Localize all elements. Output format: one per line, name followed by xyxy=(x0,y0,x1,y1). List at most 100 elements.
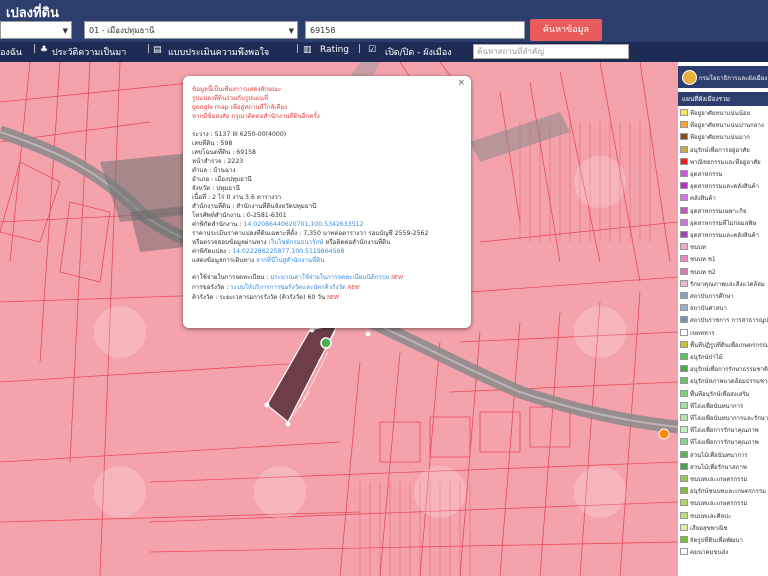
treasury-website-link[interactable]: เว็บไซต์กรมธนารักษ์ xyxy=(269,239,324,246)
legend-swatch xyxy=(680,499,688,507)
legend-item: ที่โล่งเพื่อการรักษาคุณภาพ xyxy=(680,426,768,435)
divider: | xyxy=(147,44,151,54)
route-label: แสดงข้อมูลการเดินทาง xyxy=(192,257,255,264)
legend-swatch xyxy=(680,426,688,434)
legend-item: อนุรักษ์ป่าไม้ xyxy=(680,353,768,362)
legend-swatch xyxy=(680,279,688,287)
divider: | xyxy=(358,44,362,54)
legend-item: ชนบท ช2 xyxy=(680,267,768,277)
legend-item: อุตสาหกรรม xyxy=(680,170,768,179)
chart-icon: ▥ xyxy=(303,45,312,55)
legend-swatch xyxy=(680,109,688,116)
legend-swatch xyxy=(680,365,688,373)
legend-swatch xyxy=(680,267,688,275)
popup-note-4: หากมีข้อสงสัย กรุณาติดต่อสำนักงานที่ดินอ… xyxy=(192,113,320,120)
divider: | xyxy=(296,44,300,54)
legend-swatch xyxy=(680,145,688,153)
legend-item: ชนบทและเกษตรกรรม xyxy=(680,475,768,484)
province-select[interactable]: ▼ xyxy=(0,21,72,39)
legend-label: สวนไม้เพื่อนันทนาการ xyxy=(690,451,748,459)
parcel-coordinate-link[interactable]: 14.022286225877,100.5119864568 xyxy=(232,248,344,255)
legend-swatch xyxy=(680,133,688,141)
new-badge: NEW xyxy=(391,275,404,281)
legend-label: อุตสาหกรรมและคลังสินค้า xyxy=(690,183,760,191)
legend-item: ที่อยู่อาศัยหนาแน่นน้อย xyxy=(680,109,768,118)
legend-swatch xyxy=(680,414,688,421)
legend-swatch xyxy=(680,121,688,129)
route-info: แสดงข้อมูลการเดินทาง จากที่นี่ไปสู่สำนัก… xyxy=(192,255,324,265)
legend-item: พื้นที่อนุรักษ์เพื่อส่งเสริม xyxy=(680,389,768,399)
legend-swatch xyxy=(680,316,688,324)
legend-label: อนุรักษ์เพื่อการอยู่อาศัย xyxy=(690,146,750,154)
route-link[interactable]: จากที่นี่ไปสู่สำนักงานที่ดิน xyxy=(256,257,324,264)
close-icon[interactable]: × xyxy=(457,78,465,88)
toolbar-item-mine[interactable]: องฉัน xyxy=(0,45,22,59)
chevron-down-icon: ▼ xyxy=(62,27,68,35)
checkbox-icon[interactable]: ☑ xyxy=(368,45,376,55)
toolbar-item-history[interactable]: ประวัติความเป็นมา xyxy=(52,45,126,59)
survey-request-link[interactable]: ระบบให้บริการการขอรังวัดและบัตรคิวรังวัด xyxy=(230,284,346,291)
legend-label: อุตสาหกรรม xyxy=(690,171,723,178)
legend-item: ชนบทและเกษตรกรรม xyxy=(680,499,768,508)
registration-fee-label: ค่าใช้จ่ายในการจดทะเบียน : xyxy=(192,274,269,281)
legend-item: พาณิชยกรรมและที่อยู่อาศัย xyxy=(680,157,768,167)
legend-label: อุตสาหกรรมเฉพาะกิจ xyxy=(690,207,747,215)
legend-label: รักษาคุณภาพและสิ่งแวดล้อม xyxy=(690,280,765,288)
toolbar: องฉัน | ♣ ประวัติความเป็นมา | ▤ แบบประเม… xyxy=(0,42,768,62)
legend-item: อุตสาหกรรมที่ไม่ก่อมลพิษ xyxy=(680,218,768,228)
legend-item: ชนบท ช1 xyxy=(680,255,768,264)
legend-swatch xyxy=(680,548,688,556)
legend-label: อุตสาหกรรมที่ไม่ก่อมลพิษ xyxy=(690,219,757,227)
legend-label: ชนบท ช2 xyxy=(690,268,716,276)
office-coordinate-link[interactable]: 14.02086440620701,100.5342633512 xyxy=(243,221,363,228)
map-canvas[interactable]: × ข้อมูลนี้เป็นเพียงการแสดงลักษณะ รูปแปล… xyxy=(0,62,678,576)
chevron-down-icon: ▼ xyxy=(288,27,294,35)
legend-label: ที่โล่งเพื่อการรักษาคุณภาพ xyxy=(690,439,759,447)
toolbar-item-town-plan-toggle[interactable]: เปิด/ปิด - ผังเมือง xyxy=(385,45,452,59)
legend-swatch xyxy=(680,438,688,446)
parcel-number-input[interactable]: 69158 xyxy=(305,21,525,39)
price-check-tail: หรือติดต่อสำนักงานที่ดิน xyxy=(325,239,391,246)
survey-queue-text: คิวรังวัด : ระยะเวลารอการรังวัด (คิวรังว… xyxy=(192,294,326,301)
toolbar-item-survey[interactable]: แบบประเมินความพึงพอใจ xyxy=(168,45,269,59)
legend-item: เขตทหาร xyxy=(680,328,768,338)
page-title: เปลงที่ดิน xyxy=(6,6,59,21)
legend-label: อุตสาหกรรมและคลังสินค้า xyxy=(690,232,760,239)
price-check-label: หรือตรวจสอบข้อมูลผ่านทาง xyxy=(192,239,267,246)
registration-fee-link[interactable]: ประมาณค่าใช้จ่ายในการจดทะเบียนนิติกรรม xyxy=(270,274,389,281)
legend-item: สถาบันราชการ การสาธารณูปโภค xyxy=(680,316,768,325)
legend-label: อนุรักษ์ป่าไม้ xyxy=(690,354,723,361)
agency-name: กรมโยธาธิการและผังเมือง xyxy=(699,75,768,82)
survey-queue: คิวรังวัด : ระยะเวลารอการรังวัด (คิวรังว… xyxy=(192,292,339,302)
legend-item: สวนไม้เพื่อนันทนาการ xyxy=(680,450,768,460)
legend-swatch xyxy=(680,231,688,238)
legend-swatch xyxy=(680,243,688,251)
toolbar-item-rating[interactable]: Rating xyxy=(320,45,349,55)
legend-label: พาณิชยกรรมและที่อยู่อาศัย xyxy=(690,158,761,166)
legend-item: สถาบันการศึกษา xyxy=(680,292,768,301)
search-button[interactable]: ค้นหาข้อมูล xyxy=(530,19,602,41)
legend-label: ชนบท xyxy=(690,244,706,252)
legend-swatch xyxy=(680,475,688,482)
legend-label: ที่โล่งเพื่อนันทนาการ xyxy=(690,402,744,410)
legend-swatch xyxy=(680,328,688,336)
legend-item: อุตสาหกรรมและคลังสินค้า xyxy=(680,182,768,191)
legend-swatch xyxy=(680,462,688,470)
legend-title: แผนที่ผังเมืองรวม xyxy=(678,92,768,106)
legend-swatch xyxy=(680,536,688,543)
legend-item: ชนบท xyxy=(680,243,768,252)
legend-swatch xyxy=(680,170,688,177)
place-search-input[interactable]: ค้นหาสถานที่สำคัญ xyxy=(473,44,629,59)
sprout-icon: ♣ xyxy=(40,45,49,55)
district-select[interactable]: 01 - เมืองปทุมธานี ▼ xyxy=(84,21,298,39)
legend-label: ที่โล่งเพื่อนันทนาการและรักษา xyxy=(690,415,768,422)
legend-item: จัดรูปที่ดินเพื่อพัฒนา xyxy=(680,536,768,545)
legend-swatch xyxy=(680,523,688,531)
legend-item: อนุรักษ์เพื่อการอยู่อาศัย xyxy=(680,145,768,155)
legend-label: จัดรูปที่ดินเพื่อพัฒนา xyxy=(690,537,743,544)
legend-swatch xyxy=(680,182,688,190)
agency-header: กรมโยธาธิการและผังเมือง xyxy=(678,66,768,88)
legend-label: ที่อยู่อาศัยหนาแน่นน้อย xyxy=(690,110,751,117)
legend-item: อุตสาหกรรมและคลังสินค้า xyxy=(680,231,768,240)
legend-item: อนุรักษ์สภาพแวดล้อมธรรมชาติ xyxy=(680,377,768,386)
